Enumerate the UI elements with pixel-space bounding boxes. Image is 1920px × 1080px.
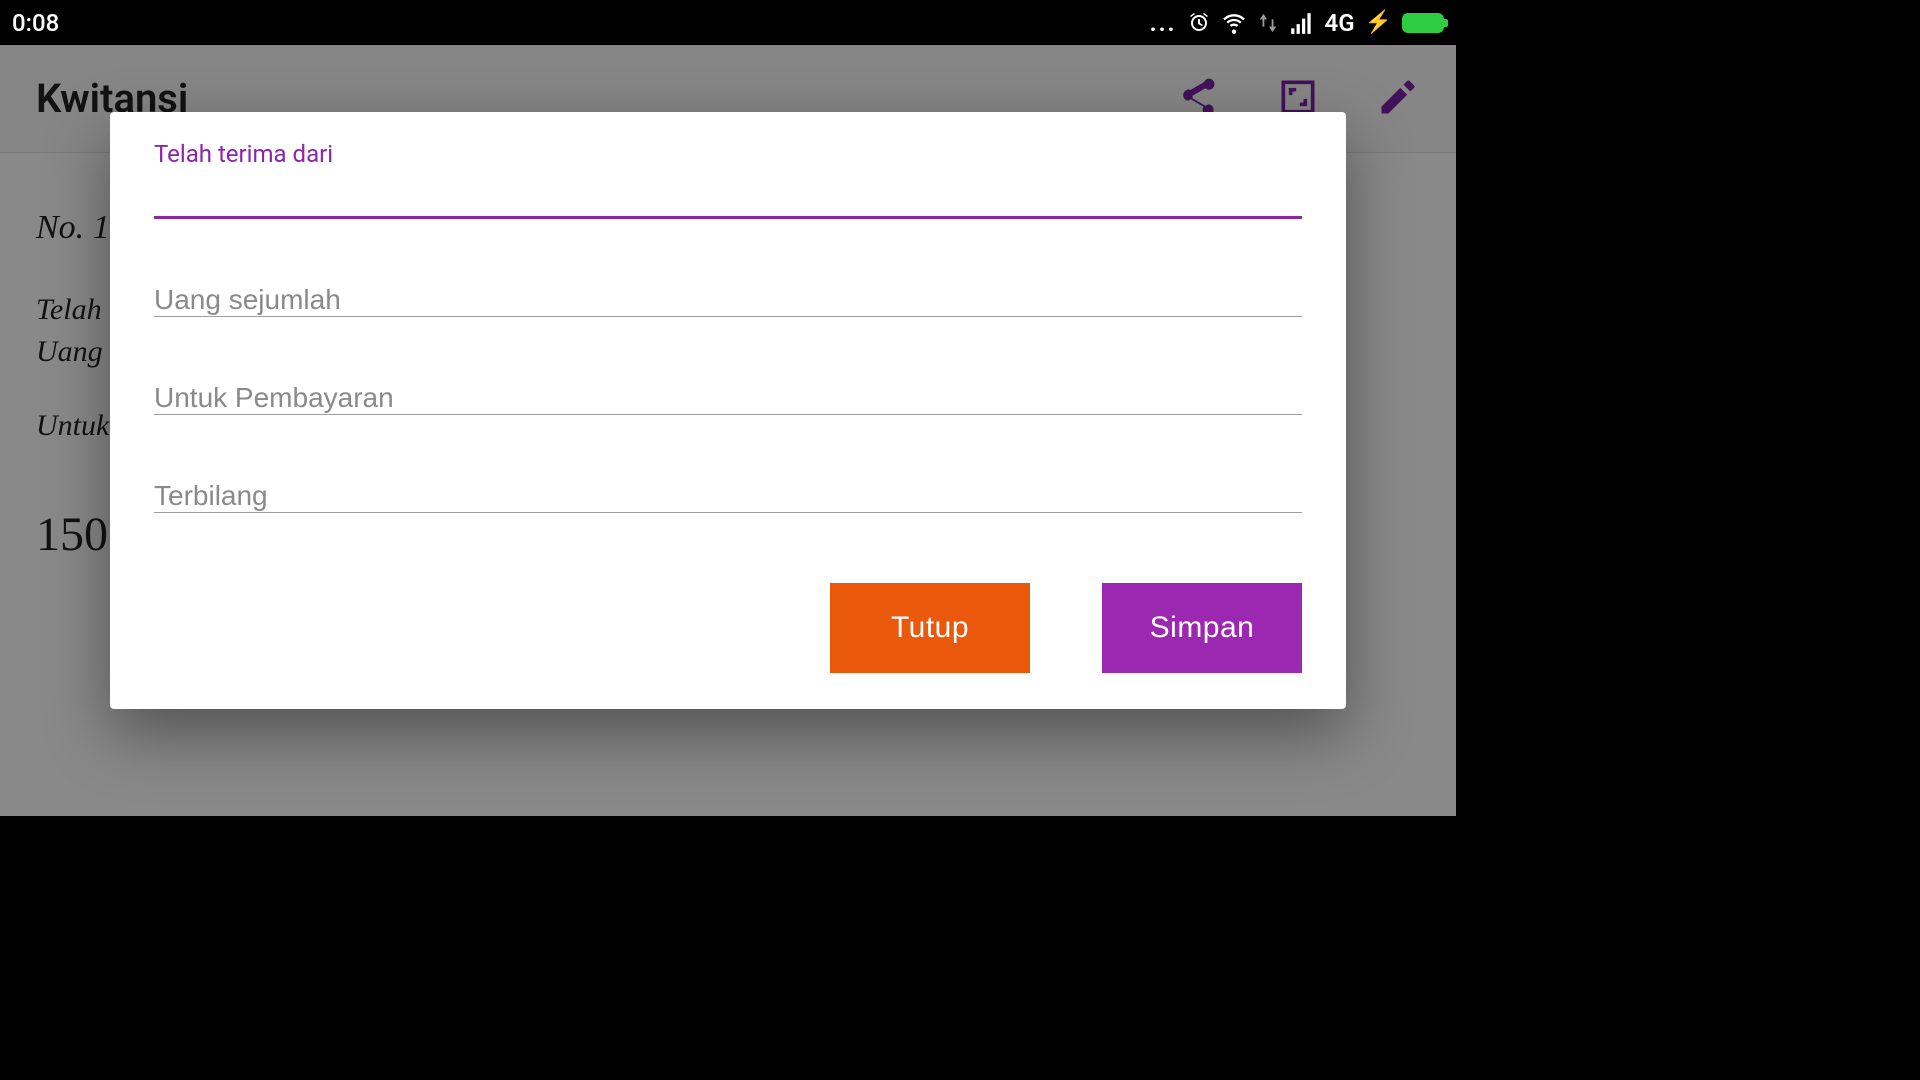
status-bar: 0:08 ... 4G ⚡ — [0, 0, 1456, 45]
signal-icon — [1289, 10, 1315, 36]
status-time: 0:08 — [12, 9, 59, 37]
field-from-label: Telah terima dari — [154, 140, 1302, 168]
app-content: Kwitansi No. 157 Telah te Uang S Untuk 1… — [0, 45, 1456, 816]
field-for — [154, 379, 1302, 415]
network-label: 4G — [1325, 9, 1355, 37]
wifi-icon — [1221, 10, 1247, 36]
data-icon — [1257, 12, 1279, 34]
modal-scrim[interactable]: Telah terima dari Tutup Simpan — [0, 45, 1456, 816]
more-icon: ... — [1150, 9, 1177, 37]
input-from[interactable] — [154, 172, 1302, 219]
field-words — [154, 477, 1302, 513]
input-for[interactable] — [154, 379, 1302, 415]
alarm-icon — [1187, 11, 1211, 35]
close-button[interactable]: Tutup — [830, 583, 1030, 673]
field-amount — [154, 281, 1302, 317]
field-from: Telah terima dari — [154, 140, 1302, 219]
charging-icon: ⚡ — [1365, 10, 1392, 35]
status-icons: ... 4G ⚡ — [1150, 9, 1444, 37]
input-amount[interactable] — [154, 281, 1302, 317]
dialog-actions: Tutup Simpan — [154, 583, 1302, 673]
input-words[interactable] — [154, 477, 1302, 513]
battery-icon — [1402, 13, 1444, 33]
save-button[interactable]: Simpan — [1102, 583, 1302, 673]
edit-dialog: Telah terima dari Tutup Simpan — [110, 112, 1346, 709]
